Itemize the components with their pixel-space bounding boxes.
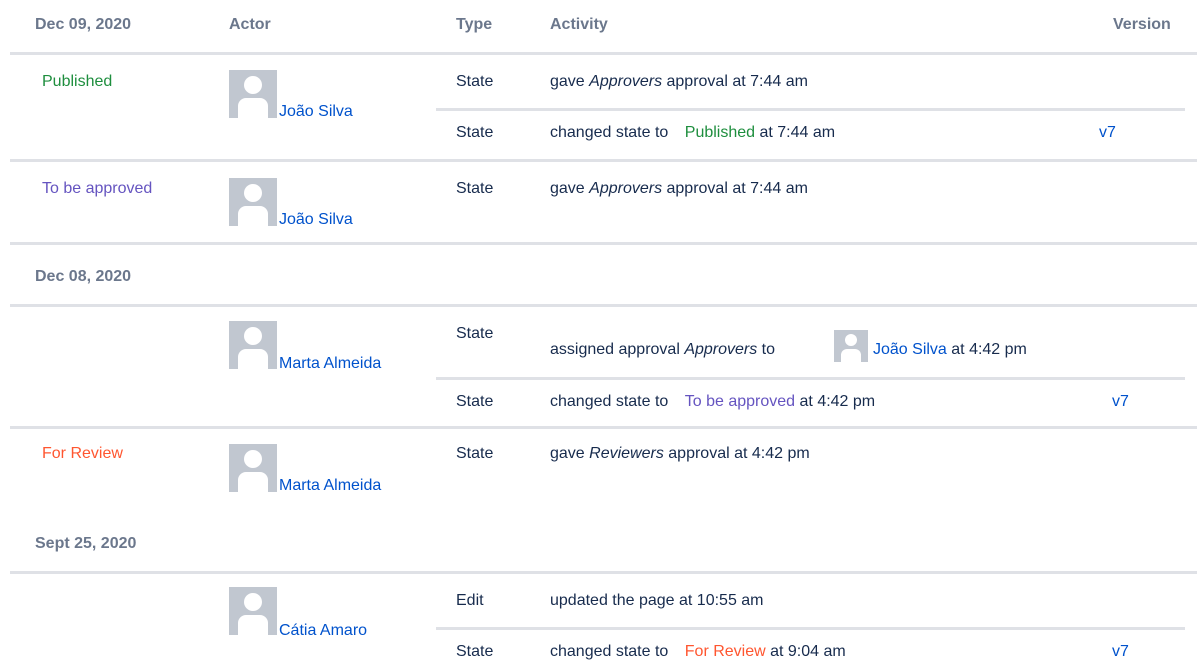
actor-column-header: Actor — [229, 16, 271, 33]
actor-link-catia-amaro[interactable]: Cátia Amaro — [279, 622, 367, 640]
activity-column-header: Activity — [550, 16, 608, 33]
separator — [436, 377, 1185, 380]
date-header-dec-09: Dec 09, 2020 — [35, 16, 132, 33]
state-label-for-review: For Review — [42, 445, 123, 462]
actor-link-marta-almeida[interactable]: Marta Almeida — [279, 477, 381, 495]
avatar-head — [845, 334, 857, 346]
type-cell: State — [456, 180, 494, 197]
avatar-body — [238, 472, 268, 492]
activity-text: gave Approvers approval at 7:44 am — [550, 180, 808, 197]
version-link[interactable]: v7 — [1112, 643, 1129, 661]
avatar-body — [841, 349, 861, 362]
activity-text: changed state to For Review at 9:04 am — [550, 643, 846, 660]
type-cell: Edit — [456, 592, 484, 609]
type-cell: State — [456, 643, 494, 660]
separator — [436, 627, 1185, 630]
actor-link-marta-almeida[interactable]: Marta Almeida — [279, 355, 381, 373]
avatar[interactable] — [229, 321, 277, 369]
type-cell: State — [456, 73, 494, 90]
version-link[interactable]: v7 — [1112, 393, 1129, 411]
separator — [10, 304, 1197, 307]
activity-text: changed state to Published at 7:44 am — [550, 124, 836, 141]
separator — [10, 159, 1197, 162]
avatar-head — [244, 327, 262, 345]
activity-text: changed state to To be approved at 4:42 … — [550, 393, 876, 410]
user-link-joao-silva[interactable]: João Silva — [873, 341, 947, 358]
activity-text: gave Approvers approval at 7:44 am — [550, 73, 808, 90]
actor-link-joao-silva[interactable]: João Silva — [279, 103, 353, 121]
type-cell: State — [456, 393, 494, 410]
state-label-published: Published — [684, 124, 756, 141]
avatar[interactable] — [229, 444, 277, 492]
separator — [10, 242, 1197, 245]
separator — [436, 108, 1185, 111]
avatar-body — [238, 615, 268, 635]
type-cell: State — [456, 445, 494, 462]
avatar-body — [238, 349, 268, 369]
type-cell: State — [456, 124, 494, 141]
avatar-head — [244, 76, 262, 94]
activity-text: gave Reviewers approval at 4:42 pm — [550, 445, 810, 462]
avatar-head — [244, 184, 262, 202]
separator — [10, 52, 1197, 55]
avatar-body — [238, 206, 268, 226]
separator — [10, 571, 1197, 574]
activity-text: updated the page at 10:55 am — [550, 592, 764, 609]
type-cell: State — [456, 325, 494, 342]
avatar[interactable] — [229, 70, 277, 118]
date-header-sept-25: Sept 25, 2020 — [35, 535, 137, 552]
version-link[interactable]: v7 — [1099, 124, 1116, 142]
actor-link-joao-silva[interactable]: João Silva — [279, 211, 353, 229]
state-label-published: Published — [42, 73, 113, 90]
state-label-for-review: For Review — [684, 643, 766, 660]
date-header-dec-08: Dec 08, 2020 — [35, 268, 132, 285]
avatar-body — [238, 98, 268, 118]
activity-text: assigned approval Approvers to — [550, 341, 776, 358]
type-column-header: Type — [456, 16, 493, 33]
avatar-head — [244, 450, 262, 468]
version-column-header: Version — [1113, 16, 1171, 33]
state-label-to-be-approved: To be approved — [42, 180, 153, 197]
avatar[interactable] — [229, 587, 277, 635]
avatar[interactable] — [834, 330, 868, 362]
avatar[interactable] — [229, 178, 277, 226]
state-label-to-be-approved: To be approved — [684, 393, 796, 410]
activity-text: João Silva at 4:42 pm — [873, 341, 1027, 358]
separator — [10, 426, 1197, 429]
avatar-head — [244, 593, 262, 611]
